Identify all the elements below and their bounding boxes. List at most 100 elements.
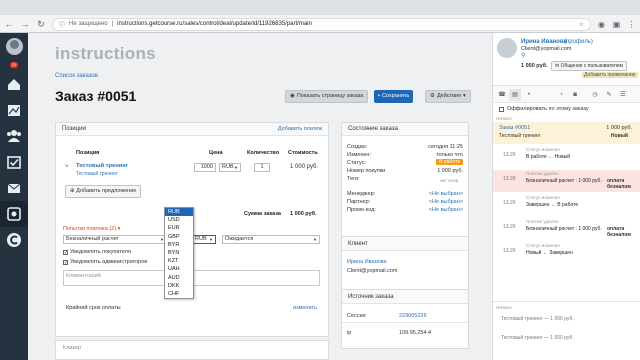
panel-title: Клиент	[348, 240, 368, 247]
event-text: Завершен ← В работе	[526, 202, 579, 208]
item-price-input[interactable]: 1000	[194, 163, 216, 172]
payment-currency-select[interactable]: RUB ▼	[192, 235, 216, 244]
getcourse-logo-icon[interactable]	[0, 227, 28, 253]
url-text[interactable]: instructions.getcourse.ru/sales/control/…	[117, 21, 312, 27]
event-title: Платеж удален	[526, 219, 559, 224]
mail-icon[interactable]	[0, 175, 28, 201]
currency-option[interactable]: EUR	[165, 224, 193, 232]
item-quantity-input[interactable]: 1	[254, 163, 270, 172]
save-button[interactable]: ▪ Сохранить	[374, 90, 414, 103]
currency-dropdown[interactable]: RUB USD EUR GBP BYR BYN KZT UAH AUD DKK CHF	[164, 207, 194, 300]
tab-bar	[0, 0, 640, 15]
actions-button[interactable]: ⚙ Действия ▾	[425, 90, 471, 103]
payment-attempts-link[interactable]: Попытки платежа (2) ▾	[63, 226, 120, 232]
partner-value[interactable]: <Не выбран>	[429, 199, 463, 205]
notify-buyer-checkbox[interactable]: ✓	[63, 250, 68, 256]
tasks-icon[interactable]	[0, 149, 28, 175]
purchase-label: Номер покупки	[347, 168, 386, 174]
changed-label: Изменен:	[347, 152, 371, 158]
currency-option[interactable]: KZT	[165, 257, 193, 265]
status-badge[interactable]: В работе	[436, 159, 463, 165]
subscribe-checkbox[interactable]	[499, 107, 504, 112]
home-icon[interactable]	[0, 71, 28, 97]
add-offer-button[interactable]: ⊕ Добавить предложение	[65, 185, 142, 198]
avatar[interactable]	[5, 37, 23, 55]
column-header-quantity: Количество	[247, 150, 280, 156]
chart-icon[interactable]	[0, 97, 28, 123]
event-text: Новый ← Завершен	[526, 250, 573, 256]
gear-icon: ⚙	[430, 93, 435, 99]
footer-label: Начало	[496, 305, 512, 310]
sales-icon[interactable]	[0, 201, 28, 227]
users-icon[interactable]	[0, 123, 28, 149]
browser-chrome: ← → ↻ ⓘ Не защищено | instructions.getco…	[0, 0, 640, 33]
event-time: 13:29	[503, 248, 516, 254]
tab-menu-icon[interactable]: ☰	[617, 89, 629, 101]
event-title: Статус изменен	[526, 147, 560, 152]
tab-user-icon[interactable]: ◙	[569, 89, 581, 101]
show-order-page-button[interactable]: ◉ Показать страницу заказа	[285, 90, 369, 103]
currency-option[interactable]: BYN	[165, 249, 193, 257]
add-payment-link[interactable]: Добавить платеж	[278, 126, 322, 132]
currency-option[interactable]: USD	[165, 216, 193, 224]
changed-value: только что	[436, 152, 463, 158]
tab-notes-icon[interactable]: ▤	[509, 89, 521, 101]
menu-icon[interactable]: ⋮	[627, 20, 636, 29]
currency-option[interactable]: RUB	[165, 208, 193, 217]
column-header-cost: Стоимость	[288, 150, 318, 156]
remove-item-icon[interactable]: ×	[65, 164, 69, 170]
breadcrumb[interactable]: Список заказов	[55, 73, 98, 79]
profile-link[interactable]: (профиль)	[564, 39, 593, 45]
tab-phone-icon[interactable]: ☎	[496, 89, 508, 101]
payment-status-select[interactable]: Ожидается ▼	[222, 235, 320, 244]
notify-buyer-label: Уведомлять покупателя	[70, 249, 131, 255]
bookmark-star-icon[interactable]: ☆	[579, 21, 584, 28]
forward-icon[interactable]: →	[20, 19, 30, 29]
extension-icon[interactable]: ◉	[597, 20, 606, 29]
search-icon[interactable]: ⚲	[521, 52, 525, 59]
chat-with-user-button[interactable]: ✉ Общение с пользователем	[551, 61, 627, 71]
event-title: Платеж удален	[526, 171, 559, 176]
tab-bell-icon[interactable]: ◔	[555, 89, 567, 101]
currency-option[interactable]: AUD	[165, 274, 193, 282]
tab-clock-icon[interactable]: ◷	[589, 89, 601, 101]
tags-value[interactable]: нет тегов	[440, 178, 458, 183]
payment-method-select[interactable]: Безналичный расчет ▼	[63, 235, 167, 244]
item-currency-select[interactable]: RUB ▼	[219, 163, 241, 172]
currency-option[interactable]: BYR	[165, 241, 193, 249]
tab-edit-icon[interactable]: ✎	[603, 89, 615, 101]
eye-icon: ◉	[290, 93, 295, 99]
currency-option[interactable]: DKK	[165, 282, 193, 290]
address-bar[interactable]: ⓘ Не защищено | instructions.getcourse.r…	[52, 17, 591, 31]
avatar[interactable]	[497, 38, 517, 58]
tab-dot-icon[interactable]: •	[523, 89, 535, 101]
event-time: 13:29	[503, 224, 516, 230]
sidebar-notifications[interactable]: 21	[0, 59, 28, 71]
client-name-link[interactable]: Ирина Иванова	[347, 259, 387, 265]
subscribe-label: Оффилировать по этому заказу	[507, 106, 589, 112]
back-icon[interactable]: ←	[4, 19, 14, 29]
purchase-value: 1 000 руб.	[437, 168, 463, 174]
timeline-event: 13:29 Статус изменен В работе ← Новый	[493, 146, 640, 168]
currency-option[interactable]: GBP	[165, 233, 193, 241]
timeline-event: 13:29 Статус изменен Завершен ← В работе	[493, 194, 640, 216]
user-name-link[interactable]: Ирина Иванова	[521, 39, 567, 45]
session-link[interactable]: 229005226	[399, 313, 427, 319]
status-label: Статус:	[347, 160, 366, 166]
change-deadline-link[interactable]: изменить	[293, 305, 317, 311]
currency-option[interactable]: CHF	[165, 290, 193, 298]
reload-icon[interactable]: ↻	[36, 19, 46, 29]
school-brand: instructions	[55, 44, 156, 63]
item-name[interactable]: Тестовый тренинг	[76, 163, 128, 169]
notify-admins-label: Уведомлять администраторов	[70, 259, 148, 265]
promo-value[interactable]: <Не выбран>	[429, 207, 463, 213]
item-subtitle[interactable]: Тестовый тренинг	[76, 171, 118, 177]
notify-admins-checkbox[interactable]: ✓	[63, 260, 68, 266]
add-note-button[interactable]: Добавить примечание	[582, 72, 638, 78]
manager-value[interactable]: <Не выбран>	[429, 191, 463, 197]
extension-icon-2[interactable]: ▣	[612, 20, 621, 29]
info-icon[interactable]: ⓘ	[59, 20, 65, 29]
sidebar-profile[interactable]	[0, 33, 28, 59]
order-ref-link[interactable]: Заказ #0051	[499, 125, 530, 131]
currency-option[interactable]: UAH	[165, 265, 193, 273]
